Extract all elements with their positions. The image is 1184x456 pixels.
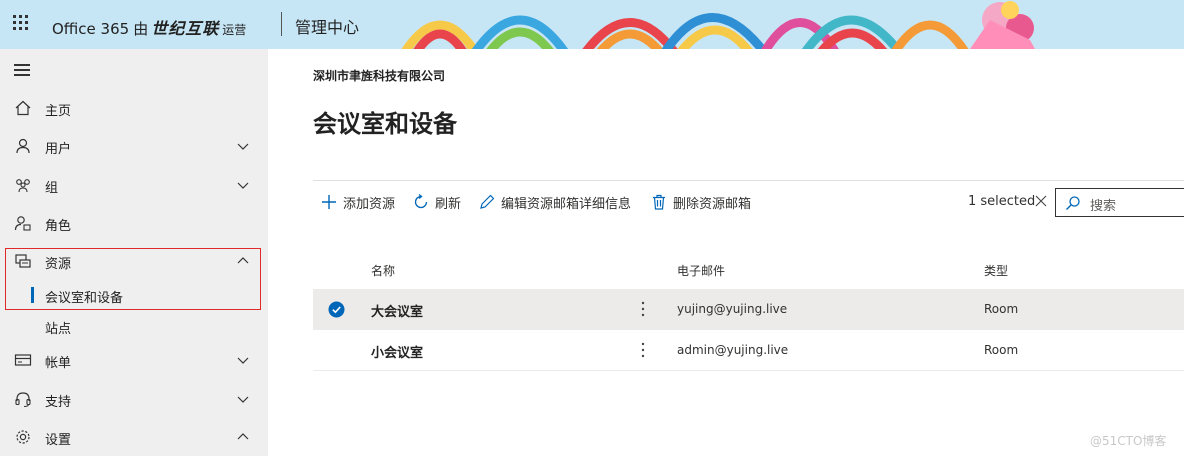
- sidebar-item-roles[interactable]: 角色: [0, 208, 268, 238]
- row-email: admin@yujing.live: [677, 343, 789, 357]
- trash-icon: [653, 194, 665, 210]
- sidebar-item-label: 组: [45, 181, 59, 196]
- sidebar-item-groups[interactable]: 组: [0, 170, 268, 200]
- top-header: Office 365 由世纪互联 运营 管理中心: [0, 0, 1184, 49]
- brand-operated: 运营: [222, 23, 247, 37]
- product-name: Office 365: [52, 20, 130, 38]
- row-type: Room: [984, 302, 1019, 316]
- billing-icon: [14, 354, 32, 366]
- refresh-icon: [414, 193, 428, 209]
- watermark: @51CTO博客: [1090, 434, 1167, 448]
- row-name[interactable]: 大会议室: [371, 301, 423, 320]
- chevron-down-icon: [237, 396, 249, 403]
- sidebar-item-label: 设置: [45, 433, 72, 448]
- role-icon: [14, 216, 31, 231]
- chevron-up-icon: [237, 433, 249, 440]
- hamburger-menu-icon[interactable]: [14, 64, 30, 76]
- sidebar-item-label: 帐单: [45, 356, 72, 371]
- chevron-down-icon: [237, 357, 249, 364]
- sidebar-item-users[interactable]: 用户: [0, 131, 268, 161]
- sidebar-item-label: 主页: [45, 104, 72, 119]
- row-email: yujing@yujing.live: [677, 302, 788, 316]
- brand-by: 由: [133, 20, 149, 38]
- selection-count: 1 selected: [968, 194, 1036, 209]
- search-icon: [1066, 196, 1080, 210]
- edit-icon: [480, 194, 495, 209]
- table-row[interactable]: 小会议室 admin@yujing.live Room: [313, 330, 1184, 371]
- brand[interactable]: Office 365 由世纪互联 运营: [52, 15, 246, 39]
- column-header-name[interactable]: 名称: [371, 262, 395, 279]
- header-divider: [281, 12, 282, 36]
- row-name[interactable]: 小会议室: [371, 342, 423, 361]
- gear-icon: [16, 430, 30, 444]
- sidebar-item-support[interactable]: 支持: [0, 384, 268, 414]
- plus-icon: [322, 195, 336, 209]
- sidebar-item-billing[interactable]: 帐单: [0, 345, 268, 375]
- sidebar: 主页 用户 组 角色 资源 会议室和设备 站点 帐单 支持 设置: [0, 49, 268, 456]
- sidebar-item-label: 用户: [45, 142, 72, 157]
- app-launcher-icon[interactable]: [13, 15, 29, 31]
- headset-icon: [15, 392, 31, 407]
- table-row[interactable]: 大会议室 yujing@yujing.live Room: [313, 289, 1184, 330]
- sidebar-item-home[interactable]: 主页: [0, 93, 268, 123]
- chevron-down-icon: [237, 182, 249, 189]
- more-options-icon[interactable]: [638, 300, 648, 318]
- search-input[interactable]: 搜索: [1055, 188, 1184, 217]
- column-header-type[interactable]: 类型: [984, 262, 1008, 279]
- delete-resource-mailbox-label: 删除资源邮箱: [673, 197, 752, 212]
- checked-circle-icon[interactable]: [328, 301, 345, 318]
- command-bar-divider: [313, 180, 1184, 181]
- organization-name: 深圳市聿旌科技有限公司: [313, 69, 446, 83]
- more-options-icon[interactable]: [638, 341, 648, 359]
- column-header-email[interactable]: 电子邮件: [677, 262, 725, 279]
- add-resource-label: 添加资源: [343, 197, 396, 212]
- home-icon: [15, 100, 31, 116]
- highlight-annotation: [5, 248, 261, 310]
- sidebar-item-settings[interactable]: 设置: [0, 422, 268, 452]
- edit-resource-mailbox-label: 编辑资源邮箱详细信息: [501, 197, 632, 212]
- sidebar-subitem-label: 站点: [45, 322, 72, 337]
- chevron-down-icon: [237, 143, 249, 150]
- search-placeholder: 搜索: [1090, 199, 1117, 214]
- refresh-label: 刷新: [435, 197, 462, 212]
- header-decoration: [401, 1, 1035, 49]
- group-icon: [16, 179, 30, 193]
- user-icon: [16, 138, 30, 154]
- brand-company: 世纪互联: [151, 19, 220, 38]
- clear-selection-icon[interactable]: [1034, 194, 1048, 208]
- row-type: Room: [984, 343, 1019, 357]
- sidebar-subitem-sites[interactable]: 站点: [0, 313, 268, 339]
- page-title: 会议室和设备: [313, 110, 457, 138]
- sidebar-item-label: 支持: [45, 395, 72, 410]
- sidebar-item-label: 角色: [45, 219, 72, 234]
